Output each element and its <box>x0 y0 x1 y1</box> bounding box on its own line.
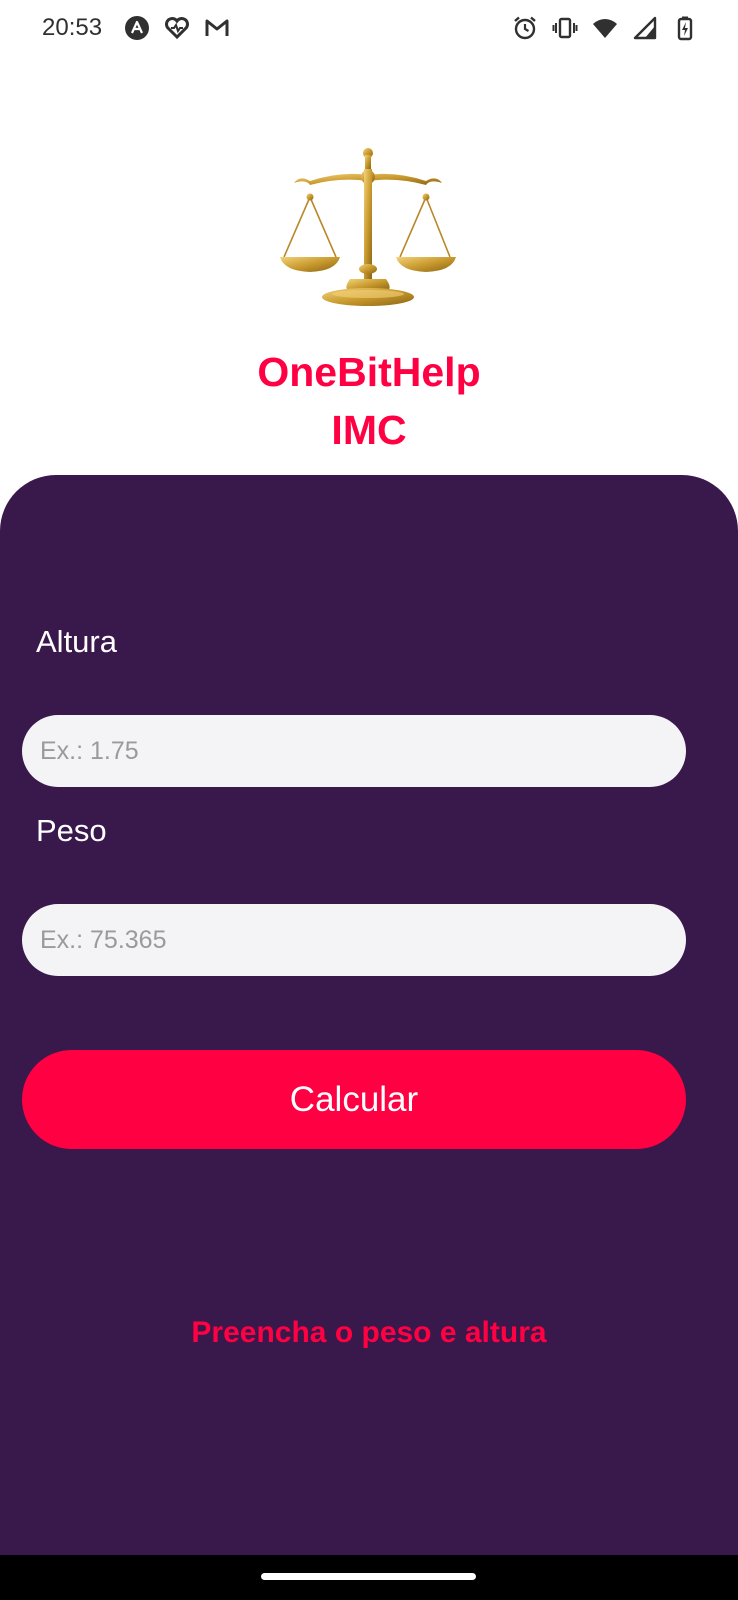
status-time: 20:53 <box>42 14 103 41</box>
alarm-icon <box>512 15 538 41</box>
signal-icon <box>632 15 658 41</box>
form-panel: Altura Peso Calcular Preencha o peso e a… <box>0 475 738 1555</box>
scales-of-justice-icon <box>280 145 456 315</box>
result-message: Preencha o peso e altura <box>191 1316 547 1349</box>
status-bar: 20:53 <box>0 0 738 56</box>
home-indicator[interactable] <box>261 1573 476 1580</box>
status-left: 20:53 <box>42 14 230 42</box>
battery-charging-icon <box>672 15 698 41</box>
gmail-icon <box>204 15 230 41</box>
weight-input[interactable] <box>22 904 686 976</box>
wifi-icon <box>592 15 618 41</box>
app-title: OneBitHelp <box>257 349 481 395</box>
vibrate-icon <box>552 15 578 41</box>
calculate-button[interactable]: Calcular <box>22 1050 686 1149</box>
app-notification-icon <box>124 15 150 41</box>
health-app-icon <box>164 15 190 41</box>
height-input[interactable] <box>22 715 686 787</box>
weight-label: Peso <box>36 813 107 848</box>
height-label: Altura <box>36 624 117 659</box>
navigation-bar <box>0 1555 738 1600</box>
app-subtitle: IMC <box>331 407 407 453</box>
status-right <box>512 15 698 41</box>
